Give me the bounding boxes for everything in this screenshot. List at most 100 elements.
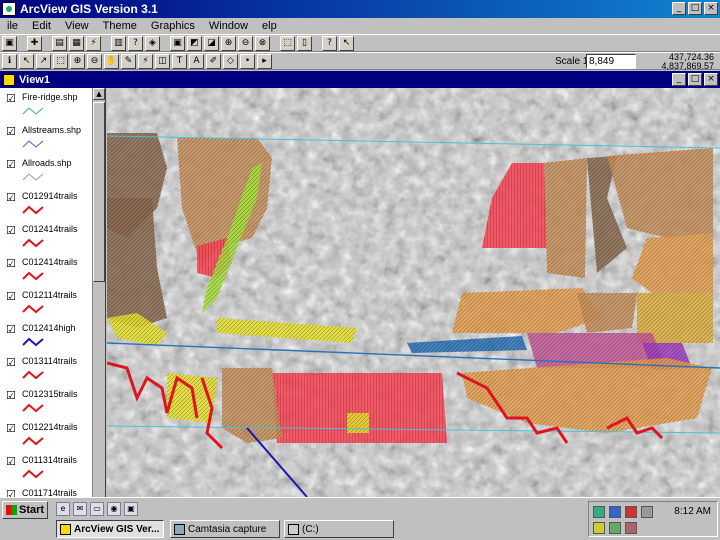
tray-icon-7[interactable] <box>625 522 637 534</box>
toc-theme-item[interactable]: ☑ C012414trails <box>0 220 105 253</box>
ie-icon[interactable]: e <box>56 502 70 516</box>
select-icon[interactable]: ⬚ <box>53 53 68 69</box>
identify-icon[interactable]: ℹ <box>2 53 17 69</box>
toc-scrollbar[interactable]: ▲ <box>92 88 105 497</box>
task-arcview[interactable]: ArcView GIS Ver... <box>56 520 164 538</box>
menu-view[interactable]: View <box>58 20 96 32</box>
app-shortcut-icon[interactable]: ▣ <box>124 502 138 516</box>
view-window-icon[interactable] <box>3 73 15 86</box>
minimize-button[interactable]: _ <box>672 2 686 15</box>
measure-icon[interactable]: ✎ <box>121 53 136 69</box>
query-icon[interactable]: ? <box>128 35 143 51</box>
menu-window[interactable]: Window <box>202 20 255 32</box>
theme-checkbox[interactable]: ☑ <box>6 389 16 402</box>
draw-tool-icon[interactable]: ✐ <box>206 53 221 69</box>
menu-edit[interactable]: Edit <box>25 20 58 32</box>
scale-input[interactable] <box>586 54 636 69</box>
zoom-in-icon[interactable]: ⊕ <box>221 35 236 51</box>
theme-checkbox[interactable]: ☑ <box>6 224 16 237</box>
monitor-icon[interactable] <box>609 506 621 518</box>
tray-icon-5[interactable] <box>593 522 605 534</box>
zoom-out-tool-icon[interactable]: ⊖ <box>87 53 102 69</box>
text-tool-icon[interactable]: A <box>189 53 204 69</box>
polygon-yellow-square[interactable] <box>347 413 369 433</box>
vertex-edit-icon[interactable]: ↗ <box>36 53 51 69</box>
point-icon[interactable]: • <box>240 53 255 69</box>
map-canvas[interactable] <box>107 88 720 497</box>
polygon-tan-ne[interactable] <box>544 158 587 278</box>
snap-icon[interactable]: ◇ <box>223 53 238 69</box>
menu-file[interactable]: ile <box>0 20 25 32</box>
network-icon[interactable] <box>593 506 605 518</box>
toc-theme-item[interactable]: ☑ C013114trails <box>0 352 105 385</box>
menu-help[interactable]: elp <box>255 20 284 32</box>
pan-icon[interactable]: ✋ <box>104 53 119 69</box>
theme-checkbox[interactable]: ☑ <box>6 356 16 369</box>
task-drive-c[interactable]: (C:) <box>284 520 394 538</box>
area-of-interest-icon[interactable]: ◫ <box>155 53 170 69</box>
theme-checkbox[interactable]: ☑ <box>6 92 16 105</box>
theme-checkbox[interactable]: ☑ <box>6 257 16 270</box>
hotlink-tool-icon[interactable]: ⚡ <box>138 53 153 69</box>
theme-checkbox[interactable]: ☑ <box>6 488 16 497</box>
menu-graphics[interactable]: Graphics <box>144 20 202 32</box>
theme-properties-icon[interactable]: ▤ <box>52 35 67 51</box>
polygon-tan-mid[interactable] <box>577 293 637 333</box>
clear-selection-icon[interactable]: ▯ <box>297 35 312 51</box>
select-features-icon[interactable]: ⬚ <box>280 35 295 51</box>
zoom-full-icon[interactable]: ▣ <box>170 35 185 51</box>
channels-icon[interactable]: ◉ <box>107 502 121 516</box>
zoom-out-icon[interactable]: ⊖ <box>238 35 253 51</box>
help-pointer-icon[interactable]: ↖ <box>339 35 354 51</box>
task-camtasia[interactable]: Camtasia capture <box>170 520 280 538</box>
hotlink-icon[interactable]: ⚡ <box>86 35 101 51</box>
toc-theme-item[interactable]: ☑ C012114trails <box>0 286 105 319</box>
theme-checkbox[interactable]: ☑ <box>6 422 16 435</box>
theme-checkbox[interactable]: ☑ <box>6 125 16 138</box>
dropdown-icon[interactable]: ▸ <box>257 53 272 69</box>
outlook-icon[interactable]: ✉ <box>73 502 87 516</box>
scroll-up-button[interactable]: ▲ <box>93 88 105 100</box>
start-button[interactable]: Start <box>2 501 48 519</box>
toc-theme-item[interactable]: ☑ Allroads.shp <box>0 154 105 187</box>
locate-icon[interactable]: ◈ <box>145 35 160 51</box>
view-close-button[interactable]: × <box>704 73 718 86</box>
toc-theme-item[interactable]: ☑ C012214trails <box>0 418 105 451</box>
toc-theme-item[interactable]: ☑ C011314trails <box>0 451 105 484</box>
polygon-tan-south[interactable] <box>222 368 282 443</box>
toc-theme-item[interactable]: ☑ C011714trails <box>0 484 105 497</box>
theme-checkbox[interactable]: ☑ <box>6 323 16 336</box>
theme-checkbox[interactable]: ☑ <box>6 158 16 171</box>
help-icon[interactable]: ? <box>322 35 337 51</box>
maximize-button[interactable]: □ <box>688 2 702 15</box>
zoom-in-tool-icon[interactable]: ⊕ <box>70 53 85 69</box>
arcview-app-icon[interactable] <box>2 2 16 16</box>
view-minimize-button[interactable]: _ <box>672 73 686 86</box>
toc-theme-item[interactable]: ☑ Fire-ridge.shp <box>0 88 105 121</box>
toc-theme-item[interactable]: ☑ C012914trails <box>0 187 105 220</box>
tray-icon-6[interactable] <box>609 522 621 534</box>
close-button[interactable]: × <box>704 2 718 15</box>
scroll-thumb[interactable] <box>93 102 105 282</box>
desktop-icon[interactable]: ▭ <box>90 502 104 516</box>
zoom-previous-icon[interactable]: ⊗ <box>255 35 270 51</box>
toc-theme-item[interactable]: ☑ C012414high <box>0 319 105 352</box>
theme-checkbox[interactable]: ☑ <box>6 290 16 303</box>
edit-legend-icon[interactable]: ▦ <box>69 35 84 51</box>
toc-theme-item[interactable]: ☑ C012414trails <box>0 253 105 286</box>
clock[interactable]: 8:12 AM <box>674 506 711 517</box>
save-icon[interactable]: ▣ <box>2 35 17 51</box>
menu-theme[interactable]: Theme <box>96 20 144 32</box>
map-display[interactable] <box>107 88 720 497</box>
add-theme-icon[interactable]: ✚ <box>27 35 42 51</box>
tray-app-icon[interactable] <box>625 506 637 518</box>
pointer-icon[interactable]: ↖ <box>19 53 34 69</box>
toc-theme-item[interactable]: ☑ C012315trails <box>0 385 105 418</box>
zoom-active-icon[interactable]: ◩ <box>187 35 202 51</box>
theme-checkbox[interactable]: ☑ <box>6 455 16 468</box>
view-maximize-button[interactable]: □ <box>688 73 702 86</box>
zoom-selected-icon[interactable]: ◪ <box>204 35 219 51</box>
table-icon[interactable]: ▥ <box>111 35 126 51</box>
tray-tool-icon[interactable] <box>641 506 653 518</box>
theme-checkbox[interactable]: ☑ <box>6 191 16 204</box>
